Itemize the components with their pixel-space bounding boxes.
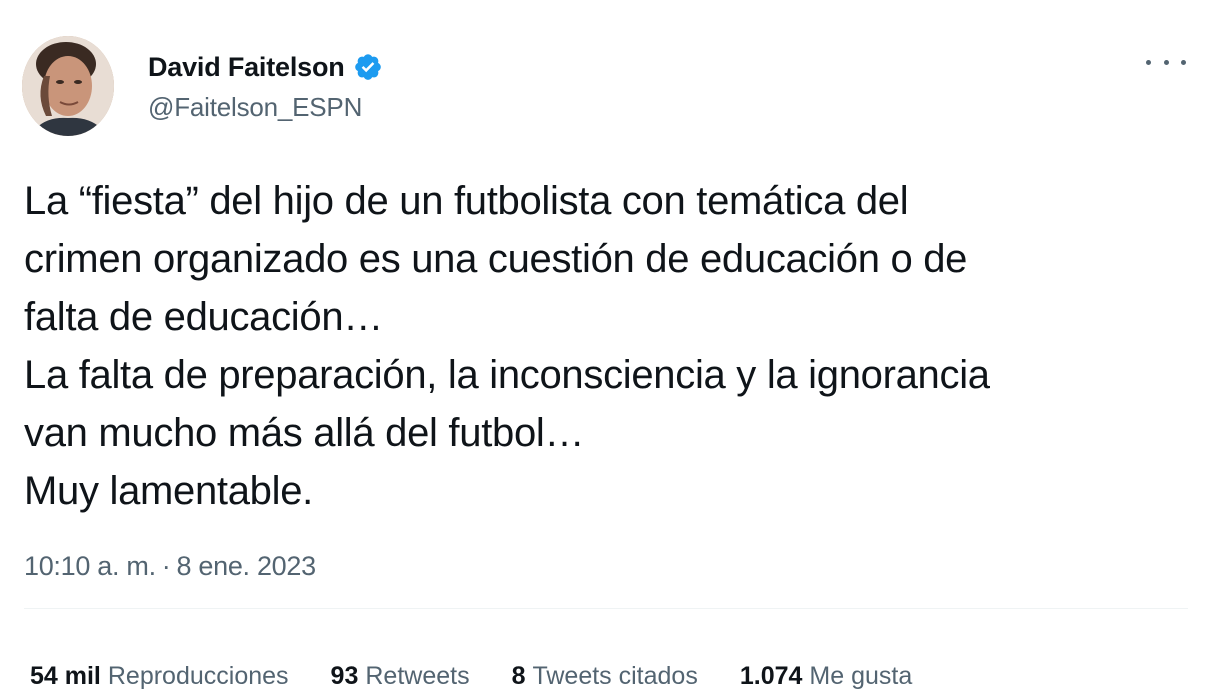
timestamp-separator: · xyxy=(161,551,171,581)
stat-quote-tweets[interactable]: 8 Tweets citados xyxy=(512,662,698,691)
tweet-line: Muy lamentable. xyxy=(24,469,313,513)
engagement-stats: 54 mil Reproducciones 93 Retweets 8 Twee… xyxy=(30,662,954,691)
name-row: David Faitelson xyxy=(148,50,383,84)
tweet-line: La falta de preparación, la inconscienci… xyxy=(24,353,990,397)
timestamp-date[interactable]: 8 ene. 2023 xyxy=(176,551,316,582)
tweet-line: crimen organizado es una cuestión de edu… xyxy=(24,237,968,281)
divider xyxy=(24,608,1188,609)
tweet-line: van mucho más allá del futbol… xyxy=(24,411,585,455)
tweet-timestamp[interactable]: 10:10 a. m. · 8 ene. 2023 xyxy=(24,551,316,582)
tweet-line: falta de educación… xyxy=(24,295,383,339)
stat-label: Me gusta xyxy=(809,662,913,690)
handle[interactable]: @Faitelson_ESPN xyxy=(148,92,383,123)
stat-views[interactable]: 54 mil Reproducciones xyxy=(30,662,289,691)
stat-value: 1.074 xyxy=(739,662,803,690)
stat-value: 54 mil xyxy=(30,662,101,690)
stat-label: Tweets citados xyxy=(532,662,698,690)
author-block: David Faitelson @Faitelson_ESPN xyxy=(148,50,383,123)
stat-label: Reproducciones xyxy=(107,662,289,690)
timestamp-time[interactable]: 10:10 a. m. xyxy=(24,551,156,582)
stat-likes[interactable]: 1.074 Me gusta xyxy=(740,662,912,691)
tweet-text: La “fiesta” del hijo de un futbolista co… xyxy=(24,172,1204,520)
more-options-icon[interactable] xyxy=(1146,50,1186,74)
avatar[interactable] xyxy=(22,36,114,136)
verified-badge-icon xyxy=(353,52,383,82)
stat-value: 93 xyxy=(330,662,359,690)
profile-photo xyxy=(22,36,114,136)
tweet-card: David Faitelson @Faitelson_ESPN La “fies… xyxy=(0,0,1224,693)
tweet-line: La “fiesta” del hijo de un futbolista co… xyxy=(24,179,909,223)
display-name[interactable]: David Faitelson xyxy=(148,52,345,83)
stat-value: 8 xyxy=(511,662,526,690)
stat-label: Retweets xyxy=(365,662,470,690)
stat-retweets[interactable]: 93 Retweets xyxy=(331,662,470,691)
